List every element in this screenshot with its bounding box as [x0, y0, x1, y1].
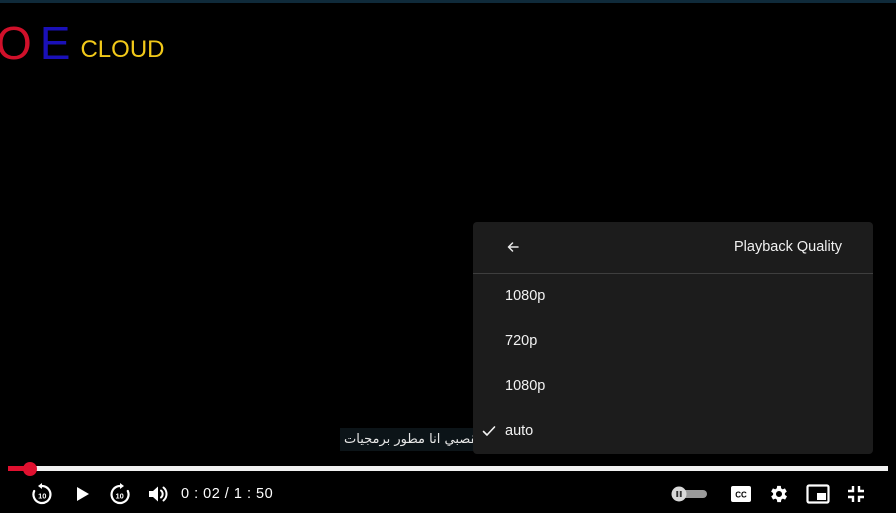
picture-in-picture-icon[interactable]	[805, 482, 831, 506]
logo-letter-e: E	[39, 17, 71, 69]
quality-option-label: auto	[505, 423, 534, 439]
checkmark-icon	[482, 424, 496, 438]
time-display: 0 : 02 / 1 : 50	[181, 485, 273, 503]
logo-letter-o: O	[0, 17, 32, 69]
logo: O E CLOUD	[0, 16, 164, 66]
time-separator: /	[220, 486, 234, 502]
progress-bar[interactable]	[8, 461, 888, 476]
logo-cloud-text: CLOUD	[80, 36, 165, 63]
play-icon[interactable]	[71, 482, 93, 506]
top-border	[0, 0, 896, 3]
settings-gear-icon[interactable]	[767, 482, 791, 506]
progress-thumb[interactable]	[23, 461, 37, 476]
quality-option-1080p[interactable]: 1080p	[473, 274, 873, 319]
quality-option-auto[interactable]: auto	[473, 409, 873, 454]
duration: 1 : 50	[233, 486, 274, 502]
autoplay-toggle[interactable]	[670, 482, 708, 506]
menu-title: Playback Quality	[734, 239, 842, 255]
quality-option-1080p-2[interactable]: 1080p	[473, 364, 873, 409]
forward-10-icon[interactable]: 10	[108, 482, 132, 506]
arrow-left-icon[interactable]	[505, 239, 521, 255]
captions-icon[interactable]: CC	[730, 482, 752, 506]
menu-header: Playback Quality	[473, 222, 873, 274]
quality-option-label: 720p	[505, 333, 538, 349]
quality-option-720p[interactable]: 720p	[473, 319, 873, 364]
quality-option-label: 1080p	[505, 288, 546, 304]
playback-quality-menu: Playback Quality 1080p 720p 1080p auto	[473, 222, 873, 454]
captions-label: CC	[735, 491, 747, 500]
svg-text:10: 10	[38, 491, 46, 500]
rewind-10-icon[interactable]: 10	[30, 482, 54, 506]
exit-fullscreen-icon[interactable]	[845, 482, 867, 506]
current-time: 0 : 02	[181, 486, 221, 502]
volume-icon[interactable]	[146, 482, 170, 506]
quality-option-label: 1080p	[505, 378, 546, 394]
svg-text:10: 10	[116, 491, 124, 500]
